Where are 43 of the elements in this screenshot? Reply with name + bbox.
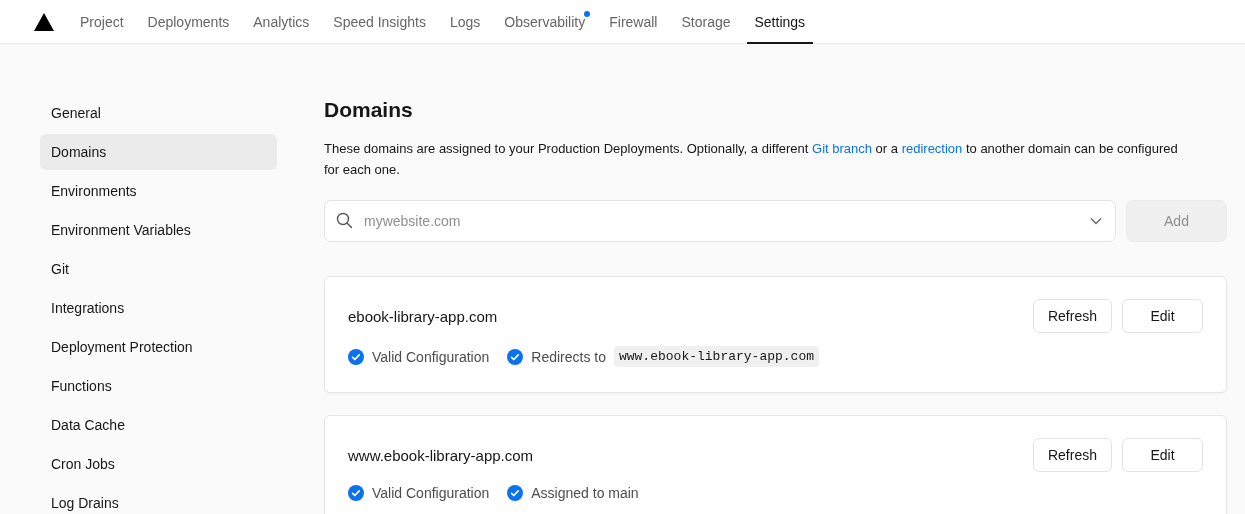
link[interactable]: Git branch — [812, 141, 872, 156]
status-text: Valid Configuration — [372, 348, 490, 365]
domain-name: www.ebook-library-app.com — [348, 446, 534, 464]
check-circle-icon — [507, 485, 524, 501]
sidebar-item[interactable]: Environments — [40, 173, 277, 209]
sidebar-item[interactable]: Integrations — [40, 290, 277, 326]
check-circle-icon — [348, 485, 364, 501]
check-circle-icon — [348, 348, 364, 365]
nav-tab[interactable]: Logs — [437, 0, 493, 43]
link[interactable]: redirection — [901, 141, 963, 156]
nav-tab[interactable]: Analytics — [241, 0, 322, 43]
refresh-button[interactable]: Refresh — [1032, 438, 1112, 472]
page-title: Domains — [324, 97, 414, 123]
status-text: Redirects to — [531, 348, 606, 365]
status-text: Assigned to main — [531, 485, 639, 501]
status-text: Valid Configuration — [372, 485, 490, 501]
sidebar-item[interactable]: Domains — [40, 134, 277, 170]
domain-name: ebook-library-app.com — [348, 307, 498, 325]
sidebar-item[interactable]: General — [40, 95, 277, 131]
sidebar-item[interactable]: Git — [40, 251, 277, 287]
nav-tab[interactable]: Firewall — [597, 0, 670, 43]
sidebar-item[interactable]: Deployment Protection — [40, 329, 277, 365]
sidebar-item[interactable]: Environment Variables — [40, 212, 277, 248]
domain-search-field[interactable]: mywebsite.com — [324, 200, 1116, 242]
description-text: These domains are assigned to your Production Deployments. Optionally, a different Git branch or a redirection to another domain can be configured for each one. — [324, 140, 1179, 179]
nav-tab[interactable]: Observability — [492, 0, 598, 43]
sidebar-item[interactable]: Functions — [40, 368, 277, 404]
nav-tab[interactable]: Project — [68, 0, 136, 43]
sidebar-item[interactable]: Cron Jobs — [40, 446, 277, 482]
search-icon — [336, 212, 353, 229]
check-circle-icon — [507, 348, 524, 365]
nav-tab[interactable]: Settings — [742, 0, 818, 43]
sidebar-item[interactable]: Data Cache — [40, 407, 277, 443]
edit-button[interactable]: Edit — [1122, 299, 1203, 333]
nav-tab[interactable]: Speed Insights — [321, 0, 438, 43]
refresh-button[interactable]: Refresh — [1032, 299, 1112, 333]
nav-tab[interactable]: Storage — [669, 0, 743, 43]
domain-code: www.ebook-library-app.com — [613, 346, 819, 367]
chevron-down-icon[interactable] — [1090, 217, 1102, 225]
edit-button[interactable]: Edit — [1122, 438, 1203, 472]
nav-tab[interactable]: Deployments — [135, 0, 242, 43]
sidebar-item[interactable]: Log Drains — [40, 485, 277, 514]
triangle-logo-icon[interactable] — [34, 12, 54, 31]
